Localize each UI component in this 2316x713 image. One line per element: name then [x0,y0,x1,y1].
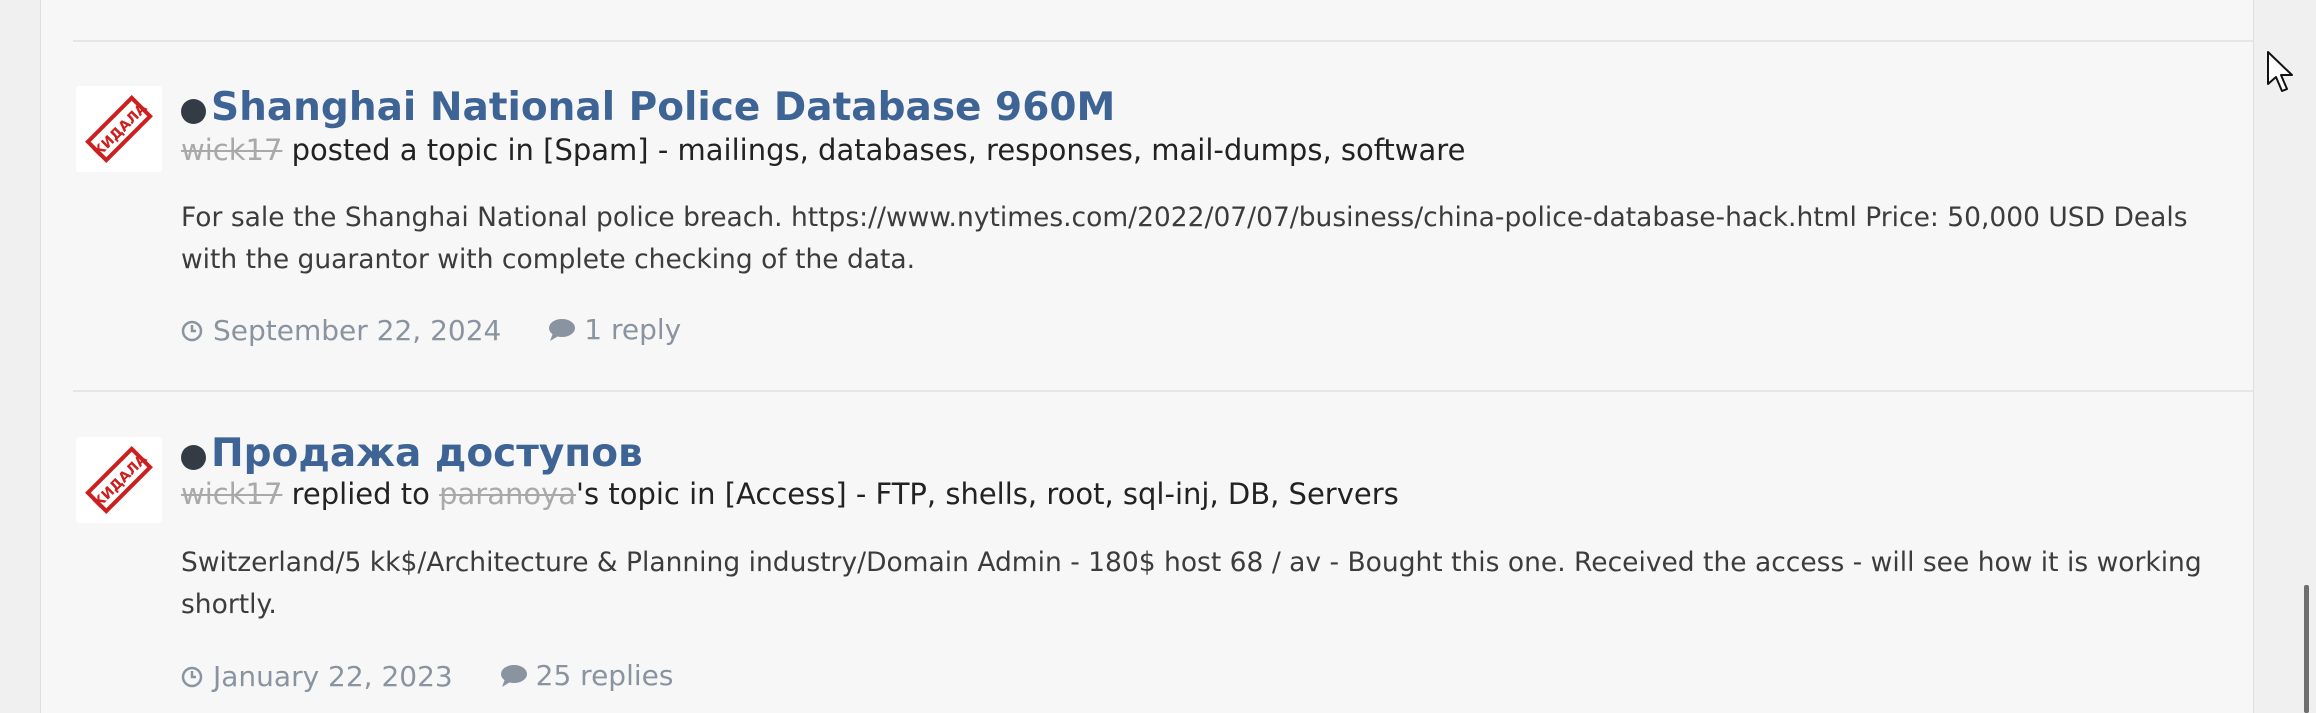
post-date[interactable]: January 22, 2023 [213,657,453,697]
action-text: replied to [291,477,430,511]
date-stat: January 22, 2023 [181,657,453,697]
item-stats: September 22, 2024 1 reply [181,310,681,353]
action-text: posted a topic in [291,133,534,167]
post-snippet: Switzerland/5 kk$/Architecture & Plannin… [181,547,2202,620]
topic-title-link[interactable]: Shanghai National Police Database 960M [211,82,1115,134]
reply-count: 25 replies [535,659,674,692]
avatar[interactable]: КИДАЛА [76,86,162,172]
item-stats: January 22, 2023 25 replies [181,656,673,699]
item-meta: wick17 replied to paranoya's topic in [A… [181,474,1399,514]
activity-item: КИДАЛА Продажа доступов wick17 replied t… [73,392,2253,713]
mouse-cursor-icon [2267,51,2293,92]
topic-title-link[interactable]: Продажа доступов [211,428,643,480]
topic-suffix-text: 's topic in [576,477,716,511]
online-status-icon [181,445,206,470]
author-link[interactable]: wick17 [181,477,282,511]
forum-link[interactable]: [Spam] - mailings, databases, responses,… [543,133,1465,167]
comment-icon [500,665,527,687]
reply-count: 1 reply [584,313,682,346]
item-meta: wick17 posted a topic in [Spam] - mailin… [181,130,1465,170]
online-status-icon [181,99,206,124]
clock-icon [181,320,203,342]
date-stat: September 22, 2024 [181,311,501,351]
comment-icon [549,319,576,341]
scrollbar-thumb[interactable] [2304,585,2309,713]
post-date[interactable]: September 22, 2024 [213,311,501,351]
clock-icon [181,666,203,688]
stamp-avatar-icon: КИДАЛА [85,446,153,514]
avatar[interactable]: КИДАЛА [76,437,162,523]
forum-link[interactable]: [Access] - FTP, shells, root, sql-inj, D… [725,477,1399,511]
replies-stat: 25 replies [500,656,674,696]
replies-stat: 1 reply [548,310,681,350]
activity-item: КИДАЛА Shanghai National Police Database… [73,42,2253,390]
post-snippet: For sale the Shanghai National police br… [181,202,2188,275]
author-link[interactable]: wick17 [181,133,282,167]
topic-owner-link[interactable]: paranoya [439,477,576,511]
stamp-avatar-icon: КИДАЛА [85,95,153,163]
